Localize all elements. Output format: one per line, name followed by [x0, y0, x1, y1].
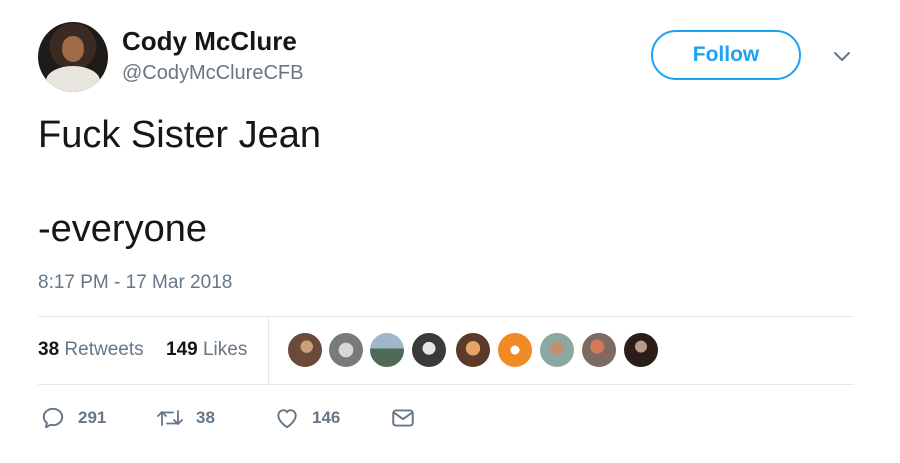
like-count: 146 [312, 408, 341, 427]
liker-avatar[interactable] [328, 332, 364, 368]
stats-vertical-divider [268, 317, 269, 384]
avatar-face [62, 36, 84, 62]
heart-icon [277, 409, 297, 429]
retweet-count: 38 [196, 408, 215, 427]
retweets-stat-count: 38 [38, 339, 60, 360]
retweet-icon [157, 410, 183, 426]
avatar[interactable] [38, 22, 108, 92]
liker-avatar[interactable] [287, 332, 323, 368]
liker-avatar[interactable] [497, 332, 533, 368]
liker-avatar[interactable] [539, 332, 575, 368]
chevron-down-icon[interactable] [830, 44, 854, 68]
liker-avatar[interactable] [411, 332, 447, 368]
reply-action[interactable]: 291 [40, 404, 106, 432]
liker-avatar[interactable] [455, 332, 491, 368]
avatar-shoulders [46, 66, 100, 92]
liker-avatar[interactable] [623, 332, 659, 368]
display-name[interactable]: Cody McClure [122, 26, 297, 57]
liker-avatar[interactable] [581, 332, 617, 368]
reply-count: 291 [78, 408, 107, 427]
tweet-timestamp[interactable]: 8:17 PM - 17 Mar 2018 [38, 272, 232, 294]
retweet-action[interactable]: 38 [156, 404, 215, 432]
follow-button[interactable]: Follow [651, 30, 801, 80]
divider-bottom [38, 384, 854, 385]
retweets-stat-label: Retweets [64, 339, 144, 360]
retweets-stat[interactable]: 38 Retweets [38, 339, 144, 361]
divider-top [38, 316, 854, 317]
tweet-text-line-1: Fuck Sister Jean [38, 114, 321, 156]
mail-icon [392, 409, 414, 427]
like-action[interactable]: 146 [274, 404, 340, 432]
liker-avatar[interactable] [369, 332, 405, 368]
likes-stat-count: 149 [166, 339, 198, 360]
direct-message-action[interactable] [390, 404, 416, 432]
reply-icon [42, 407, 64, 429]
user-handle[interactable]: @CodyMcClureCFB [122, 62, 303, 85]
likes-stat-label: Likes [202, 339, 248, 360]
likes-stat[interactable]: 149 Likes [166, 339, 247, 361]
tweet-text-line-2: -everyone [38, 208, 207, 250]
